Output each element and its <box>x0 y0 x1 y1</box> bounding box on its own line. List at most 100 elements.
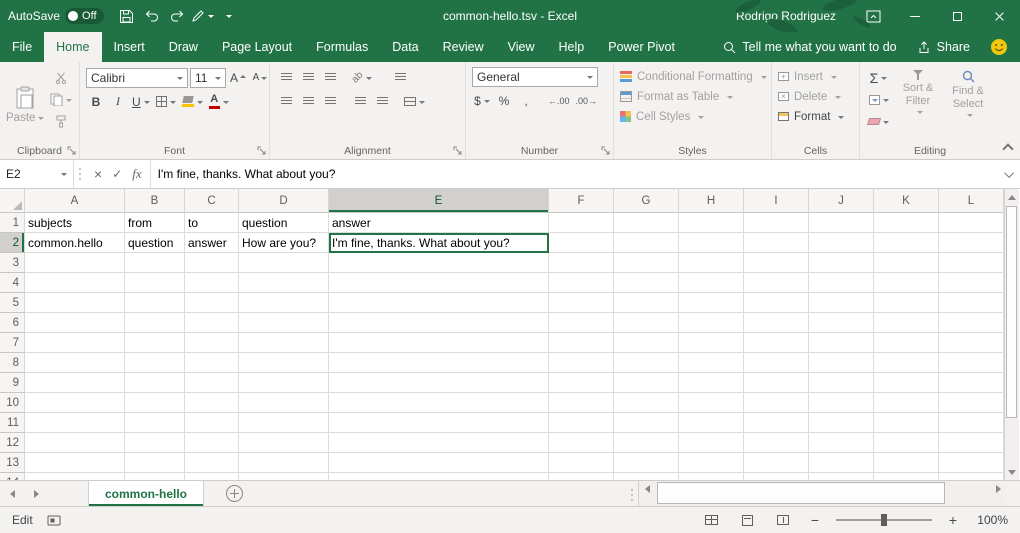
font-name-select[interactable]: Calibri <box>86 68 188 88</box>
scroll-left-button[interactable] <box>639 481 655 497</box>
vertical-scroll-thumb[interactable] <box>1006 206 1017 418</box>
cell-G5[interactable] <box>614 293 679 313</box>
decrease-indent-button[interactable] <box>350 91 370 112</box>
cell-B3[interactable] <box>125 253 185 273</box>
cell-F11[interactable] <box>549 413 614 433</box>
cell-K2[interactable] <box>874 233 939 253</box>
cell-J2[interactable] <box>809 233 874 253</box>
cell-K6[interactable] <box>874 313 939 333</box>
cell-B13[interactable] <box>125 453 185 473</box>
cell-A14[interactable] <box>25 473 125 480</box>
ribbon-display-options-button[interactable] <box>852 0 894 32</box>
cell-K10[interactable] <box>874 393 939 413</box>
row-header-11[interactable]: 11 <box>0 413 25 433</box>
cell-B9[interactable] <box>125 373 185 393</box>
cell-L13[interactable] <box>939 453 1004 473</box>
cell-J1[interactable] <box>809 213 874 233</box>
zoom-slider-thumb[interactable] <box>881 514 887 526</box>
row-header-12[interactable]: 12 <box>0 433 25 453</box>
tab-view[interactable]: View <box>496 32 547 62</box>
cell-G8[interactable] <box>614 353 679 373</box>
cell-C2[interactable]: answer <box>185 233 239 253</box>
cell-I5[interactable] <box>744 293 809 313</box>
cell-H1[interactable] <box>679 213 744 233</box>
row-header-2[interactable]: 2 <box>0 233 25 253</box>
font-color-button[interactable]: A <box>207 91 231 112</box>
cell-D1[interactable]: question <box>239 213 329 233</box>
cell-B7[interactable] <box>125 333 185 353</box>
cell-H9[interactable] <box>679 373 744 393</box>
cell-E9[interactable] <box>329 373 549 393</box>
cell-I11[interactable] <box>744 413 809 433</box>
cell-E4[interactable] <box>329 273 549 293</box>
insert-function-button[interactable]: fx <box>132 166 141 182</box>
tab-review[interactable]: Review <box>431 32 496 62</box>
underline-button[interactable]: U <box>130 91 152 112</box>
cell-K7[interactable] <box>874 333 939 353</box>
cell-D8[interactable] <box>239 353 329 373</box>
cell-L9[interactable] <box>939 373 1004 393</box>
borders-button[interactable] <box>154 91 178 112</box>
cell-B4[interactable] <box>125 273 185 293</box>
wrap-text-button[interactable] <box>390 67 410 88</box>
cell-A5[interactable] <box>25 293 125 313</box>
cell-C12[interactable] <box>185 433 239 453</box>
copy-button[interactable] <box>48 89 74 110</box>
cell-H14[interactable] <box>679 473 744 480</box>
undo-button[interactable] <box>141 4 163 28</box>
cell-B2[interactable]: question <box>125 233 185 253</box>
expand-formula-bar-button[interactable] <box>1000 160 1020 188</box>
cell-G4[interactable] <box>614 273 679 293</box>
number-dialog-launcher[interactable] <box>601 146 610 155</box>
enter-button[interactable]: ✓ <box>112 167 122 181</box>
row-header-9[interactable]: 9 <box>0 373 25 393</box>
cell-A3[interactable] <box>25 253 125 273</box>
cell-D14[interactable] <box>239 473 329 480</box>
zoom-percentage[interactable]: 100% <box>974 513 1008 527</box>
cell-K1[interactable] <box>874 213 939 233</box>
cell-E5[interactable] <box>329 293 549 313</box>
save-button[interactable] <box>116 4 138 28</box>
insert-cells-button[interactable]: + Insert <box>778 67 844 86</box>
cell-E7[interactable] <box>329 333 549 353</box>
cell-L6[interactable] <box>939 313 1004 333</box>
cell-G7[interactable] <box>614 333 679 353</box>
cell-H8[interactable] <box>679 353 744 373</box>
cell-J5[interactable] <box>809 293 874 313</box>
cell-C7[interactable] <box>185 333 239 353</box>
orientation-button[interactable]: ab <box>350 67 374 88</box>
cell-F5[interactable] <box>549 293 614 313</box>
cell-J8[interactable] <box>809 353 874 373</box>
horizontal-scroll-thumb[interactable] <box>657 482 945 504</box>
cell-A2[interactable]: common.hello <box>25 233 125 253</box>
format-cells-button[interactable]: Format <box>778 107 844 126</box>
cell-B12[interactable] <box>125 433 185 453</box>
column-header-H[interactable]: H <box>679 189 744 213</box>
cell-K14[interactable] <box>874 473 939 480</box>
cell-styles-button[interactable]: Cell Styles <box>620 107 767 126</box>
cell-C11[interactable] <box>185 413 239 433</box>
column-header-I[interactable]: I <box>744 189 809 213</box>
column-header-L[interactable]: L <box>939 189 1004 213</box>
cell-K3[interactable] <box>874 253 939 273</box>
tab-insert[interactable]: Insert <box>102 32 157 62</box>
percent-format-button[interactable]: % <box>494 90 514 111</box>
cell-H10[interactable] <box>679 393 744 413</box>
cell-J9[interactable] <box>809 373 874 393</box>
cell-K8[interactable] <box>874 353 939 373</box>
cell-C1[interactable]: to <box>185 213 239 233</box>
cell-D4[interactable] <box>239 273 329 293</box>
row-header-6[interactable]: 6 <box>0 313 25 333</box>
font-dialog-launcher[interactable] <box>257 146 266 155</box>
currency-format-button[interactable]: $ <box>472 90 492 111</box>
scroll-down-button[interactable] <box>1005 464 1019 480</box>
cancel-button[interactable]: × <box>94 166 102 182</box>
increase-decimal-button[interactable]: ←.00 <box>546 90 572 111</box>
cell-H11[interactable] <box>679 413 744 433</box>
cell-H3[interactable] <box>679 253 744 273</box>
cell-I14[interactable] <box>744 473 809 480</box>
column-header-C[interactable]: C <box>185 189 239 213</box>
horizontal-scroll-track[interactable] <box>655 481 990 506</box>
alignment-dialog-launcher[interactable] <box>453 146 462 155</box>
autosave-pill[interactable]: Off <box>65 8 103 24</box>
